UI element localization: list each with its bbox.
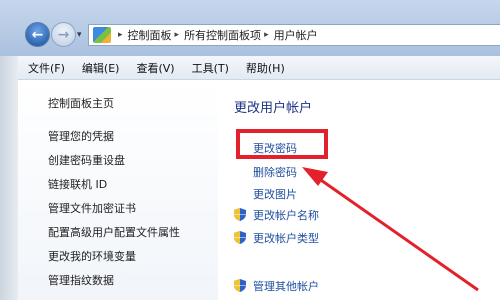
sidebar-item-home[interactable]: 控制面板主页	[48, 95, 114, 111]
window-edge	[0, 56, 18, 300]
sidebar-item-env-vars[interactable]: 更改我的环境变量	[48, 248, 136, 264]
recent-pages-dropdown[interactable]: ▾	[77, 30, 82, 40]
chevron-right-icon: ▸	[264, 30, 269, 40]
main-panel: 更改用户帐户 更改密码 删除密码 更改图片 更改帐户名称 更改帐户类型 管理其他…	[218, 80, 500, 300]
change-picture-link[interactable]: 更改图片	[253, 186, 297, 202]
sidebar-item-encryption-cert[interactable]: 管理文件加密证书	[48, 200, 136, 216]
page-title: 更改用户帐户	[234, 101, 313, 116]
chevron-right-icon: ▸	[118, 30, 123, 40]
sidebar-item-fingerprint[interactable]: 管理指纹数据	[48, 272, 114, 288]
address-bar[interactable]: ▸ 控制面板 ▸ 所有控制面板项 ▸ 用户帐户	[88, 24, 500, 46]
back-button[interactable]: ←	[25, 22, 50, 47]
remove-password-link[interactable]: 删除密码	[253, 164, 297, 180]
arrow-left-icon: ←	[31, 26, 44, 43]
uac-shield-icon	[234, 231, 246, 244]
manage-other-accounts-link[interactable]: 管理其他帐户	[253, 278, 319, 294]
arrow-right-icon: →	[57, 26, 70, 43]
breadcrumb-all-items[interactable]: 所有控制面板项	[184, 27, 261, 43]
breadcrumb-control-panel[interactable]: 控制面板	[128, 27, 172, 43]
change-password-link[interactable]: 更改密码	[253, 140, 297, 156]
control-panel-icon	[93, 27, 111, 43]
uac-shield-icon	[234, 208, 246, 221]
sidebar-item-online-id[interactable]: 链接联机 ID	[48, 176, 107, 192]
menu-edit[interactable]: 编辑(E)	[72, 60, 127, 76]
chevron-right-icon: ▸	[174, 30, 180, 40]
window-titlebar: ← → ▾ ▸ 控制面板 ▸ 所有控制面板项 ▸ 用户帐户	[0, 0, 500, 56]
menu-file[interactable]: 文件(F)	[18, 60, 72, 76]
menu-help[interactable]: 帮助(H)	[236, 60, 292, 76]
menu-bar: 文件(F) 编辑(E) 查看(V) 工具(T) 帮助(H)	[18, 56, 500, 80]
sidebar-item-credentials[interactable]: 管理您的凭据	[48, 128, 114, 144]
menu-view[interactable]: 查看(V)	[126, 60, 181, 76]
uac-shield-icon	[234, 279, 246, 292]
change-account-name-link[interactable]: 更改帐户名称	[253, 207, 319, 223]
forward-button[interactable]: →	[51, 22, 76, 47]
menu-tools[interactable]: 工具(T)	[182, 60, 236, 76]
sidebar-item-profile-properties[interactable]: 配置高级用户配置文件属性	[48, 224, 180, 240]
content-area: 控制面板主页 管理您的凭据 创建密码重设盘 链接联机 ID 管理文件加密证书 配…	[18, 80, 500, 300]
sidebar-item-reset-disk[interactable]: 创建密码重设盘	[48, 152, 125, 168]
change-account-type-link[interactable]: 更改帐户类型	[253, 230, 319, 246]
breadcrumb-user-accounts[interactable]: 用户帐户	[274, 27, 318, 43]
sidebar: 控制面板主页 管理您的凭据 创建密码重设盘 链接联机 ID 管理文件加密证书 配…	[18, 80, 218, 300]
